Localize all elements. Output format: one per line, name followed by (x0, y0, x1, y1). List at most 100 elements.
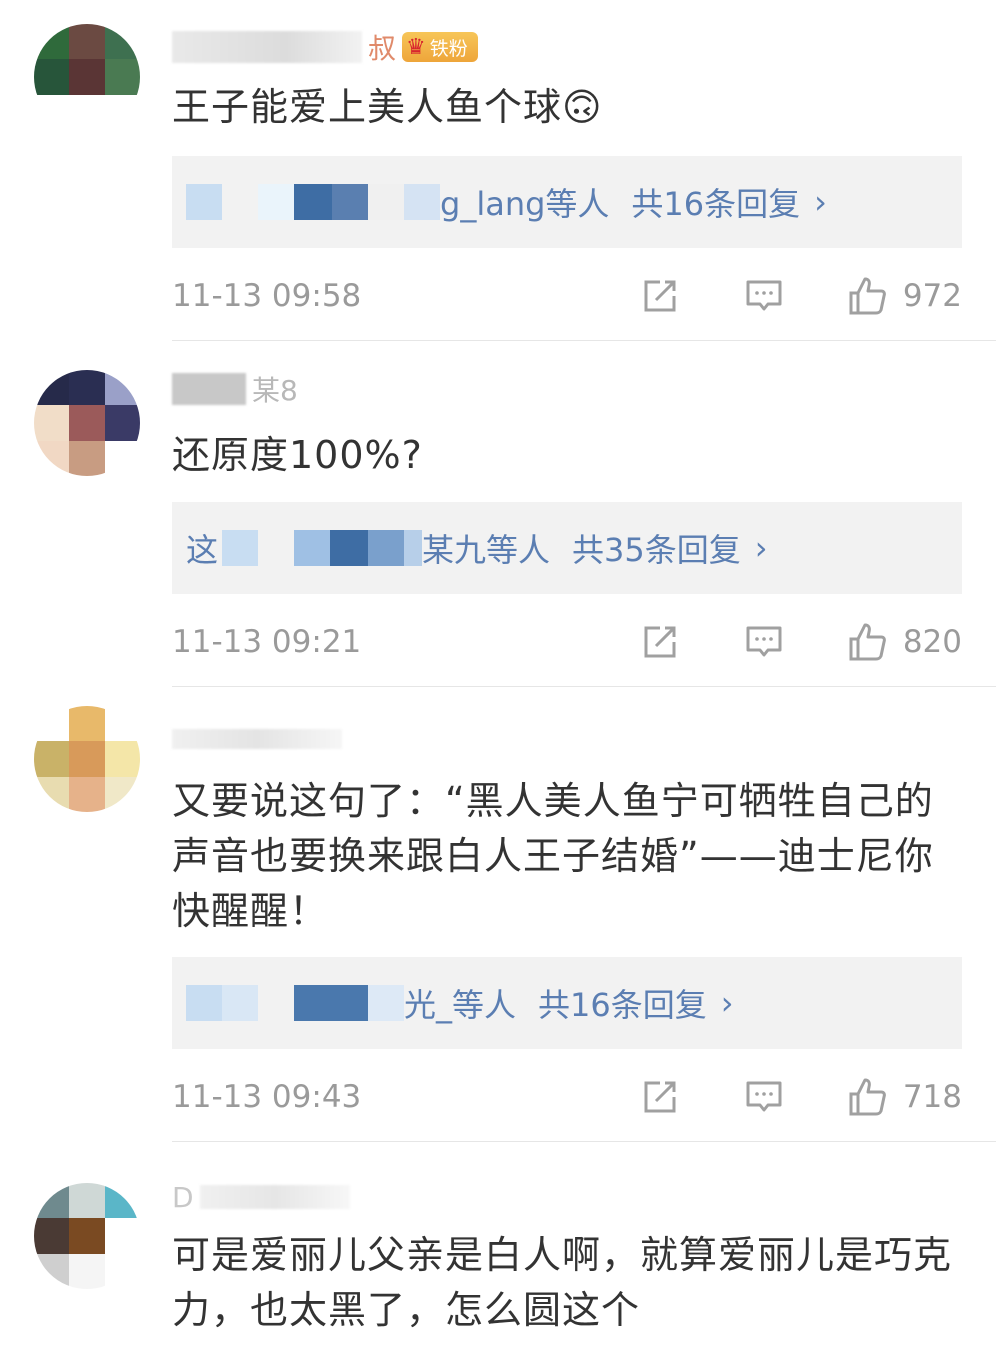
avatar-pixel (69, 24, 105, 60)
avatar-pixel (104, 706, 140, 742)
comment-meta: 11-13 09:58 972 (172, 272, 962, 320)
avatar-pixel (34, 59, 70, 95)
avatar-pixel (34, 405, 70, 441)
redacted-name (172, 729, 342, 749)
comment-text: 还原度100%? (172, 433, 423, 477)
reply-names: 光_等人 (404, 986, 517, 1024)
avatar-pixel (69, 59, 105, 95)
redacted-name (332, 184, 368, 220)
avatar-pixel (69, 440, 105, 476)
share-icon[interactable] (637, 619, 683, 665)
redacted-name (330, 530, 368, 566)
comment-icon[interactable] (741, 1074, 787, 1120)
avatar-pixel (104, 405, 140, 441)
redacted-name (258, 985, 294, 1021)
chevron-right-icon: › (814, 183, 827, 221)
avatar-pixel (69, 776, 105, 812)
reply-names: g_lang等人 (440, 185, 610, 223)
redacted-name (172, 31, 362, 63)
avatar-pixel (69, 741, 105, 777)
username-text: 某8 (252, 374, 298, 407)
redacted-name (404, 530, 422, 566)
redacted-name (404, 184, 440, 220)
avatar-pixel (69, 1218, 105, 1254)
reply-names-prefix: 这 (186, 531, 219, 569)
reply-count[interactable]: 共35条回复 (572, 525, 741, 571)
avatar-pixel (34, 370, 70, 406)
share-icon[interactable] (637, 273, 683, 319)
avatar-pixel (34, 24, 70, 60)
reply-summary[interactable]: 光_等人 共16条回复 › (172, 957, 962, 1049)
reply-count[interactable]: 共16条回复 (631, 179, 800, 225)
avatar-pixel (69, 1183, 105, 1219)
avatar-pixel (104, 1183, 140, 1219)
redacted-name (222, 184, 258, 220)
redacted-name (222, 985, 258, 1021)
redacted-name (258, 530, 294, 566)
avatar-pixel (104, 741, 140, 777)
like-count: 972 (902, 278, 962, 314)
comment-icon[interactable] (741, 273, 787, 319)
reply-names: 某九等人 (422, 531, 551, 569)
username[interactable] (172, 722, 342, 756)
like-count: 718 (902, 1079, 962, 1115)
avatar-pixel (104, 776, 140, 812)
redacted-name (294, 184, 332, 220)
reply-summary[interactable]: 这 某九等人 共35条回复 › (172, 502, 962, 594)
chevron-right-icon: › (720, 984, 734, 1022)
username[interactable]: 叔 ♛ 铁粉 (172, 30, 478, 65)
username-text: 叔 (368, 32, 397, 65)
comment-actions: 718 (637, 1073, 962, 1121)
divider (172, 1141, 996, 1142)
avatar-pixel (104, 440, 140, 476)
avatar-pixel (34, 776, 70, 812)
username[interactable]: D (172, 1180, 350, 1214)
comment-icon[interactable] (741, 619, 787, 665)
reply-count[interactable]: 共16条回复 (538, 980, 707, 1026)
comment-meta: 11-13 09:43 718 (172, 1073, 962, 1121)
redacted-name (186, 985, 222, 1021)
avatar-pixel (34, 1218, 70, 1254)
comment-text: 又要说这句了：“黑人美人鱼宁可牺牲自己的声音也要换来跟白人王子结婚”——迪士尼你… (172, 779, 934, 933)
reply-summary[interactable]: g_lang等人 共16条回复 › (172, 156, 962, 248)
comment-text: 王子能爱上美人鱼个球🙃 (172, 85, 603, 129)
comment-actions: 972 (637, 272, 962, 320)
avatar-pixel (69, 706, 105, 742)
avatar-pixel (34, 1253, 70, 1289)
badge-label: 铁粉 (429, 37, 468, 60)
redacted-name (294, 530, 330, 566)
comment-actions: 820 (637, 618, 962, 666)
divider (172, 686, 996, 687)
username[interactable]: 某8 (172, 372, 298, 407)
username-text: D (172, 1180, 194, 1214)
thumbs-up-icon[interactable] (845, 273, 891, 319)
fan-badge[interactable]: ♛ 铁粉 (402, 32, 478, 62)
avatar[interactable] (34, 706, 140, 812)
avatar-pixel (34, 706, 70, 742)
avatar[interactable] (34, 1183, 140, 1289)
thumbs-up-icon[interactable] (845, 1074, 891, 1120)
avatar-pixel (34, 741, 70, 777)
redacted-name (368, 985, 404, 1021)
timestamp: 11-13 09:43 (172, 1079, 362, 1115)
avatar-pixel (104, 24, 140, 60)
avatar-pixel (34, 94, 70, 130)
redacted-name (368, 530, 404, 566)
avatar-pixel (104, 94, 140, 130)
avatar-pixel (104, 59, 140, 95)
divider (172, 340, 996, 341)
redacted-name (172, 373, 246, 405)
avatar-pixel (69, 94, 105, 130)
avatar-pixel (34, 1183, 70, 1219)
comment-meta: 11-13 09:21 820 (172, 618, 962, 666)
redacted-name (258, 184, 294, 220)
avatar-pixel (69, 1253, 105, 1289)
crown-icon: ♛ (406, 34, 426, 60)
thumbs-up-icon[interactable] (845, 619, 891, 665)
timestamp: 11-13 09:58 (172, 278, 362, 314)
share-icon[interactable] (637, 1074, 683, 1120)
avatar-pixel (34, 440, 70, 476)
avatar[interactable] (34, 370, 140, 476)
avatar[interactable] (34, 24, 140, 130)
redacted-name (199, 1185, 350, 1209)
